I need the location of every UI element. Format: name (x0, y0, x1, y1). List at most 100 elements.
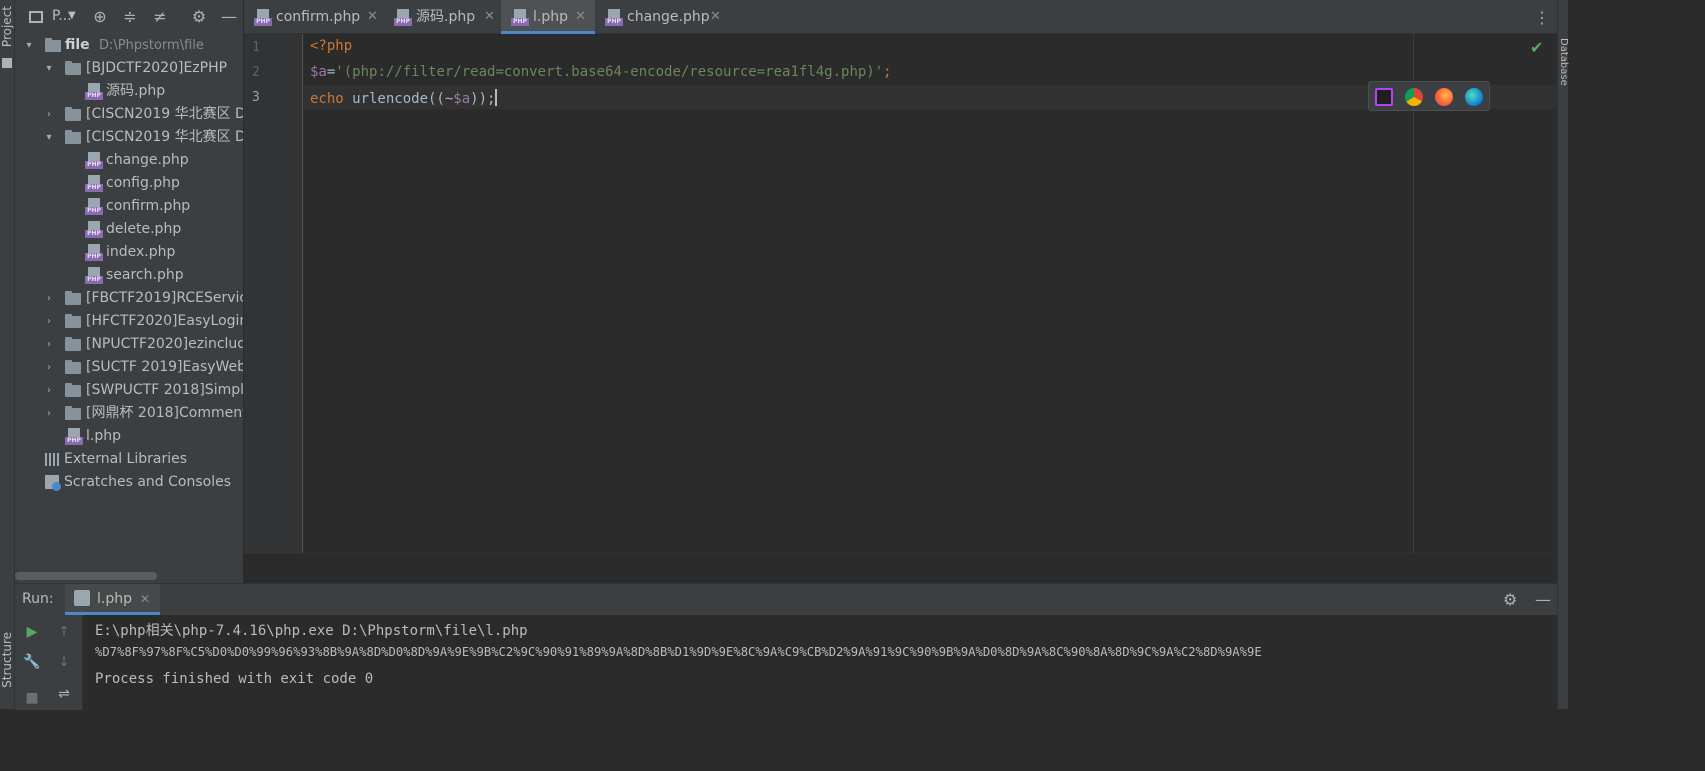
collapse-all-icon[interactable]: ≠ (151, 8, 169, 26)
php-file-icon: PHP (85, 175, 103, 192)
tree-item-external-libraries[interactable]: External Libraries (15, 448, 243, 471)
browser-popup (1368, 81, 1490, 111)
tab-l-php[interactable]: PHP l.php ✕ (501, 0, 595, 34)
locate-icon[interactable]: ⊕ (91, 8, 109, 26)
console-output-line: %D7%8F%97%8F%C5%D0%D0%99%96%93%8B%9A%8D%… (95, 645, 1262, 659)
tree-item-folder[interactable]: › [SUCTF 2019]EasyWeb (15, 356, 243, 379)
tree-item-file-php[interactable]: PHP search.php (15, 264, 243, 287)
tree-item-file-php[interactable]: PHP change.php (15, 149, 243, 172)
chevron-right-icon[interactable]: › (43, 310, 55, 333)
run-toolbar: ▶ ↑ 🔧 ↓ ■ ⇌ (15, 615, 83, 710)
tree-item-folder[interactable]: ▾ [BJDCTF2020]EzPHP (15, 57, 243, 80)
tab-label: change.php (627, 9, 710, 25)
tree-item-label: confirm.php (106, 198, 191, 214)
tree-item-folder[interactable]: › [NPUCTF2020]ezinclude (15, 333, 244, 356)
php-file-icon: PHP (85, 267, 103, 284)
close-icon[interactable]: ✕ (140, 584, 150, 615)
firefox-icon[interactable] (1435, 88, 1453, 106)
tab-confirm-php[interactable]: PHP confirm.php ✕ (244, 0, 384, 34)
tree-item-label: [SWPUCTF 2018]Simple (86, 382, 244, 398)
tab-yuanma-php[interactable]: PHP 源码.php ✕ (384, 0, 501, 34)
chrome-icon[interactable] (1405, 88, 1423, 106)
console-output-line: E:\php相关\php-7.4.16\php.exe D:\Phpstorm\… (95, 623, 528, 639)
close-icon[interactable]: ✕ (484, 0, 495, 34)
chevron-down-icon[interactable]: ▼ (68, 10, 76, 21)
code-line-2: $a='(php://filter/read=convert.base64-en… (310, 64, 892, 80)
tree-item-file-php[interactable]: PHP index.php (15, 241, 243, 264)
php-file-icon: PHP (254, 9, 272, 26)
close-icon[interactable]: ✕ (367, 0, 378, 34)
scroll-down-icon[interactable]: ↓ (55, 653, 73, 671)
tree-item-folder[interactable]: › [CISCN2019 华北赛区 Da (15, 103, 243, 126)
wrench-icon[interactable]: 🔧 (23, 653, 41, 671)
right-margin-guide (1413, 34, 1414, 553)
run-panel-header: Run: l.php ✕ ⚙ — (15, 584, 1557, 615)
folder-icon (65, 107, 81, 121)
edge-icon[interactable] (1465, 88, 1483, 106)
line-number-gutter: 1 2 3 (244, 34, 303, 553)
folder-icon (65, 130, 81, 144)
tree-item-label: [FBCTF2019]RCEService (86, 290, 244, 306)
structure-tool-button[interactable]: Structure (0, 632, 14, 688)
run-tab-l-php[interactable]: l.php ✕ (65, 584, 160, 615)
left-tool-strip: Project Structure (0, 0, 15, 709)
stop-icon[interactable]: ■ (23, 689, 41, 707)
tree-item-file[interactable]: ▾ file D:\Phpstorm\file (15, 34, 243, 57)
more-icon[interactable]: ⋮ (1534, 8, 1550, 27)
tree-item-folder[interactable]: › [HFCTF2020]EasyLogin (15, 310, 243, 333)
chevron-right-icon[interactable]: › (43, 103, 55, 126)
chevron-right-icon[interactable]: › (43, 356, 55, 379)
chevron-down-icon[interactable]: ▾ (43, 126, 55, 149)
tree-item-file-php[interactable]: PHP delete.php (15, 218, 243, 241)
tree-item-file-php[interactable]: PHP l.php (15, 425, 243, 448)
rerun-icon[interactable]: ▶ (23, 623, 41, 641)
chevron-right-icon[interactable]: › (43, 333, 55, 356)
php-file-icon: PHP (85, 198, 103, 215)
soft-wrap-icon[interactable]: ⇌ (55, 685, 73, 703)
tree-item-folder[interactable]: › [FBCTF2019]RCEService (15, 287, 244, 310)
folder-icon (65, 314, 81, 328)
no-problems-check-icon[interactable]: ✔ (1530, 38, 1543, 57)
expand-all-icon[interactable]: ≑ (121, 8, 139, 26)
chevron-right-icon[interactable]: › (43, 379, 55, 402)
tree-item-folder[interactable]: › [网鼎杯 2018]Comment (15, 402, 244, 425)
clock-icon (52, 482, 61, 491)
run-panel-title: Run: (22, 591, 54, 607)
chevron-right-icon[interactable]: › (43, 402, 55, 425)
close-icon[interactable]: ✕ (575, 0, 586, 34)
chevron-right-icon[interactable]: › (43, 287, 55, 310)
php-run-config-icon (74, 590, 90, 606)
tree-item-scratches[interactable]: Scratches and Consoles (15, 471, 243, 494)
run-panel: Run: l.php ✕ ⚙ — ▶ ↑ 🔧 ↓ ■ ⇌ E:\php相关\ph… (15, 583, 1557, 710)
close-icon[interactable]: ✕ (710, 0, 721, 34)
code-editor[interactable]: 1 2 3 <?php $a='(php://filter/read=conve… (244, 34, 1557, 583)
tree-item-label: [CISCN2019 华北赛区 Da (86, 129, 244, 145)
hide-panel-icon[interactable]: — (220, 8, 238, 26)
tree-item-folder[interactable]: ▾ [CISCN2019 华北赛区 Da (15, 126, 244, 149)
gear-icon[interactable]: ⚙ (190, 8, 208, 26)
phpstorm-icon[interactable] (1375, 88, 1393, 106)
tree-item-label: [网鼎杯 2018]Comment (86, 405, 244, 421)
tree-item-label: External Libraries (64, 451, 187, 467)
tree-item-folder[interactable]: › [SWPUCTF 2018]Simple (15, 379, 244, 402)
scroll-up-icon[interactable]: ↑ (55, 623, 73, 641)
tree-item-label: [NPUCTF2020]ezinclude (86, 336, 244, 352)
code-line-3: echo urlencode((~$a)); (310, 89, 498, 107)
tree-item-file-php[interactable]: PHP 源码.php (15, 80, 243, 103)
project-tool-icon (2, 58, 12, 68)
project-panel: P... ▼ ⊕ ≑ ≠ ⚙ — ▾ file D:\Phpstorm\file… (15, 0, 244, 583)
chevron-down-icon[interactable]: ▾ (43, 57, 55, 80)
project-tool-button[interactable]: Project (0, 6, 14, 47)
gear-icon[interactable]: ⚙ (1503, 590, 1517, 609)
database-tool-button[interactable]: Database (1558, 38, 1569, 86)
folder-icon (65, 383, 81, 397)
tab-change-php[interactable]: PHP change.php ✕ (595, 0, 725, 34)
project-horizontal-scrollbar[interactable] (15, 572, 157, 580)
tree-item-label: index.php (106, 244, 176, 260)
tree-item-file-php[interactable]: PHP config.php (15, 172, 243, 195)
tree-item-file-php[interactable]: PHP confirm.php (15, 195, 243, 218)
chevron-down-icon[interactable]: ▾ (23, 34, 35, 57)
line-number: 3 (252, 90, 260, 105)
code-line-1: <?php (310, 38, 353, 54)
hide-panel-icon[interactable]: — (1535, 590, 1551, 609)
